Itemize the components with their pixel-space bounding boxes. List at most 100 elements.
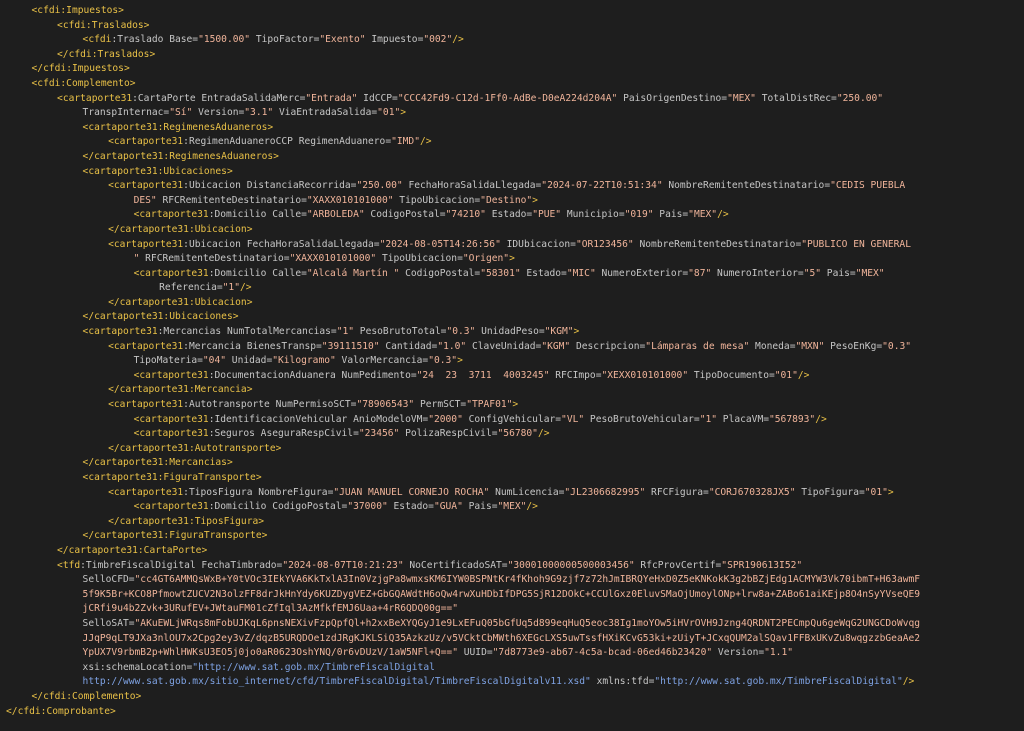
code-token: NoCertificadoSAT= [404,560,508,571]
code-token: cartaporte31 [114,136,183,147]
code-token: "OR123456" [576,239,634,250]
code-token: </ [57,545,69,556]
code-token: "87" [688,268,711,279]
code-line: </cfdi:Complemento> [0,690,1024,705]
code-token: TipoMateria= [134,355,203,366]
code-token: :Autotransporte> [189,443,281,454]
code-token: "01" [775,370,798,381]
code-token: "0.3" [882,341,911,352]
code-token: </ [108,516,120,527]
code-token: :Autotransporte NumPermisoSCT= [183,399,356,410]
code-token: "5" [804,268,821,279]
code-token: cartaporte31 [139,501,208,512]
code-token: cartaporte31 [114,341,183,352]
code-token: :IdentificacionVehicular AnioModeloVM= [209,414,429,425]
code-token: > [457,355,463,366]
code-token: :Domicilio Calle= [209,209,307,220]
code-token: "JL2306682995" [564,487,645,498]
code-token: YpUX7V9rbmB2p+WhlHWKsU3EO5j0jo0aR0623Osh… [83,647,458,658]
code-line: <cartaporte31:RegimenesAduaneros> [0,121,1024,136]
code-token: "CCC42Fd9-C12d-1Ff0-AdBe-D0eA224d204A" [398,93,618,104]
code-token: Pais= [821,268,856,279]
code-token: </ [83,457,95,468]
code-token: cartaporte31 [120,224,189,235]
code-token: :Impuestos> [60,5,124,16]
code-token: Pais= [463,501,498,512]
xml-code-view[interactable]: <cfdi:Impuestos><cfdi:Traslados><cfdi:Tr… [0,0,1024,731]
code-line: <cartaporte31:Domicilio Calle="ARBOLEDA"… [0,208,1024,223]
code-line: <cartaporte31:DocumentacionAduanera NumP… [0,369,1024,384]
code-token: </ [32,691,44,702]
code-token: Cantidad= [380,341,438,352]
code-token: cfdi [69,49,92,60]
code-line: YpUX7V9rbmB2p+WhlHWKsU3EO5j0jo0aR0623Osh… [0,646,1024,661]
code-token: :Mercancias NumTotalMercancias= [158,326,337,337]
code-token: :FiguraTransporte> [163,530,267,541]
code-token: NumeroInterior= [711,268,803,279]
code-token: "30001000000500003456" [508,560,635,571]
code-token: cartaporte31 [88,472,157,483]
code-token: "39111510" [322,341,380,352]
code-token: :DocumentacionAduanera NumPedimento= [209,370,417,381]
code-token: "7d8773e9-ab67-4c5a-bcad-06ed46b23420" [493,647,713,658]
code-token: "MEX" [688,209,717,220]
code-token: "1" [223,282,240,293]
code-token: :Domicilio Calle= [209,268,307,279]
code-line: " RFCRemitenteDestinatario="XAXX01010100… [0,252,1024,267]
code-token: "XAXX010101000" [307,195,394,206]
code-token: NumeroExterior= [596,268,688,279]
code-token: DES" [134,195,157,206]
code-token: "SPR190613I52" [721,560,802,571]
code-token: </ [32,63,44,74]
code-token: :RegimenAduaneroCCP RegimenAduanero= [183,136,391,147]
code-token: NumLicencia= [489,487,564,498]
code-token: IDUbicacion= [501,239,576,250]
code-token: JJqP9qLT9JXa3nlOU7x2Cpg2ey3vZ/dqzB5URQDO… [83,633,921,644]
code-token: "MXN" [795,341,824,352]
code-token: RFCRemitenteDestinatario= [157,195,307,206]
code-token: "567893" [769,414,815,425]
code-token: TranspInternac= [83,107,170,118]
code-token: SelloCFD= [83,574,135,585]
code-token: "MEX" [727,93,756,104]
code-token: TipoFigura= [795,487,864,498]
code-token: cartaporte31 [94,457,163,468]
code-token: "CEDIS PUEBLA [830,180,905,191]
code-token: "3.1" [244,107,273,118]
code-token: TipoUbicacion= [394,195,481,206]
code-line: <cartaporte31:Ubicacion FechaHoraSalidaL… [0,238,1024,253]
code-token: </ [83,530,95,541]
code-line: </cartaporte31:Ubicacion> [0,296,1024,311]
code-token: </ [83,151,95,162]
code-line: <cartaporte31:Autotransporte NumPermisoS… [0,398,1024,413]
code-line: <cartaporte31:Mercancia BienesTransp="39… [0,340,1024,355]
code-token: cartaporte31 [94,151,163,162]
code-token: > [888,487,894,498]
code-token: UnidadPeso= [475,326,544,337]
code-line: <tfd:TimbreFiscalDigital FechaTimbrado="… [0,559,1024,574]
code-line: <cfdi:Traslado Base="1500.00" TipoFactor… [0,33,1024,48]
code-token: </ [83,311,95,322]
code-token: cartaporte31 [139,370,208,381]
code-token: :Traslados> [92,49,156,60]
code-token: /> [903,676,915,687]
code-token: :Ubicacion> [189,224,253,235]
code-line: <cartaporte31:RegimenAduaneroCCP Regimen… [0,135,1024,150]
code-token: "Origen" [463,253,509,264]
code-token: RfcProvCertif= [635,560,722,571]
code-token: "PUE" [532,209,561,220]
code-line: SelloCFD="cc4GT6AMMQsWxB+Y0tVOc3IEkYVA6K… [0,573,1024,588]
code-line: 5f9K5Br+KCO8PfmowtZUCV2N3olzFF8drJkHnYdy… [0,588,1024,603]
code-token: :Mercancia> [189,384,253,395]
code-token: cartaporte31 [114,180,183,191]
code-token: PesoBrutoTotal= [354,326,446,337]
code-token: > [532,195,538,206]
code-token: CodigoPostal= [399,268,480,279]
code-line: http://www.sat.gob.mx/sitio_internet/cfd… [0,675,1024,690]
code-token: "XEXX010101000" [601,370,688,381]
code-token: :Traslado Base= [111,34,198,45]
code-token: ValorMercancia= [336,355,428,366]
code-token: </ [57,49,69,60]
code-token: jCRfi9u4b2Zvk+3URufEV+JWtauFM01cZfIql3Az… [83,603,458,614]
code-token: "Alcalá Martín " [307,268,399,279]
